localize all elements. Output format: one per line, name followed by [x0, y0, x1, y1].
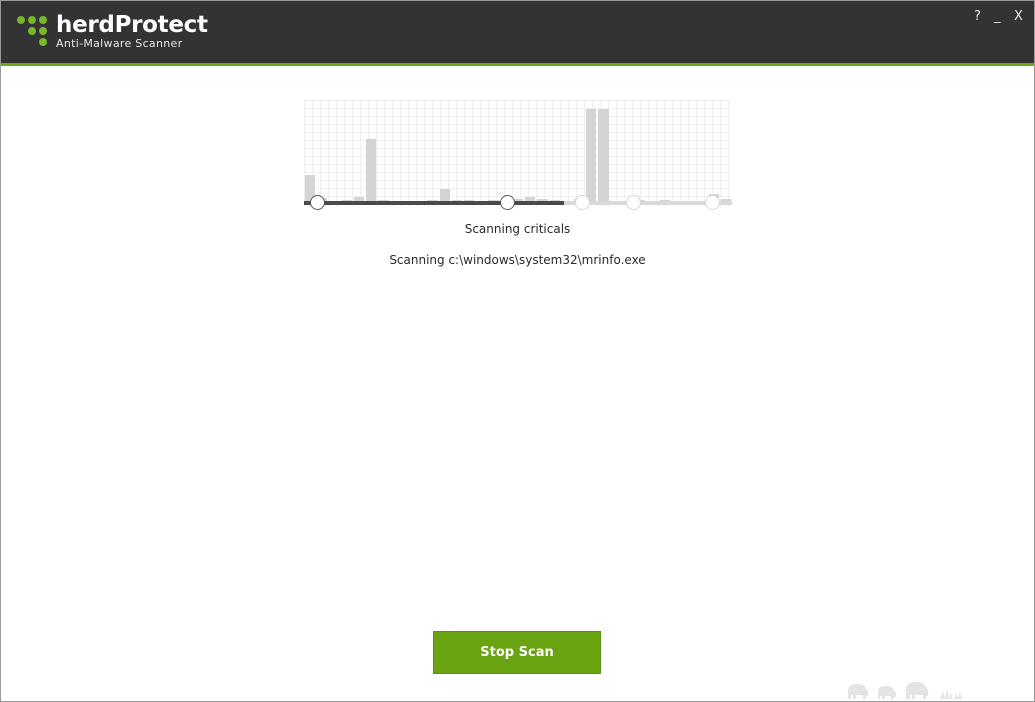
progress-step-node — [309, 195, 325, 210]
progress-step-node — [574, 195, 590, 210]
progress-step-node — [625, 195, 641, 210]
close-button[interactable]: X — [1014, 9, 1023, 25]
title-bar: herdProtect Anti-Malware Scanner ? _ X — [1, 1, 1034, 63]
minimize-button[interactable]: _ — [994, 9, 1001, 25]
progress-track-fill — [304, 201, 564, 205]
progress-step-node — [704, 195, 720, 210]
help-button[interactable]: ? — [974, 9, 981, 25]
progress-step-node — [499, 195, 515, 210]
stop-scan-button[interactable]: Stop Scan — [433, 631, 601, 674]
herd-logo-icon — [17, 14, 53, 50]
herd-elephants-icon — [848, 682, 962, 699]
accent-divider — [1, 63, 1034, 66]
histogram-bar — [598, 109, 609, 204]
app-name: herdProtect — [56, 12, 208, 38]
app-window: herdProtect Anti-Malware Scanner ? _ X S… — [0, 0, 1035, 702]
histogram-bar — [366, 139, 377, 204]
current-file-label: Scanning c:\windows\system32\mrinfo.exe — [389, 253, 646, 267]
histogram-bar — [586, 109, 597, 204]
scan-phase-label: Scanning criticals — [464, 222, 571, 236]
app-tagline: Anti-Malware Scanner — [56, 37, 183, 50]
scan-activity-graph — [304, 100, 732, 215]
